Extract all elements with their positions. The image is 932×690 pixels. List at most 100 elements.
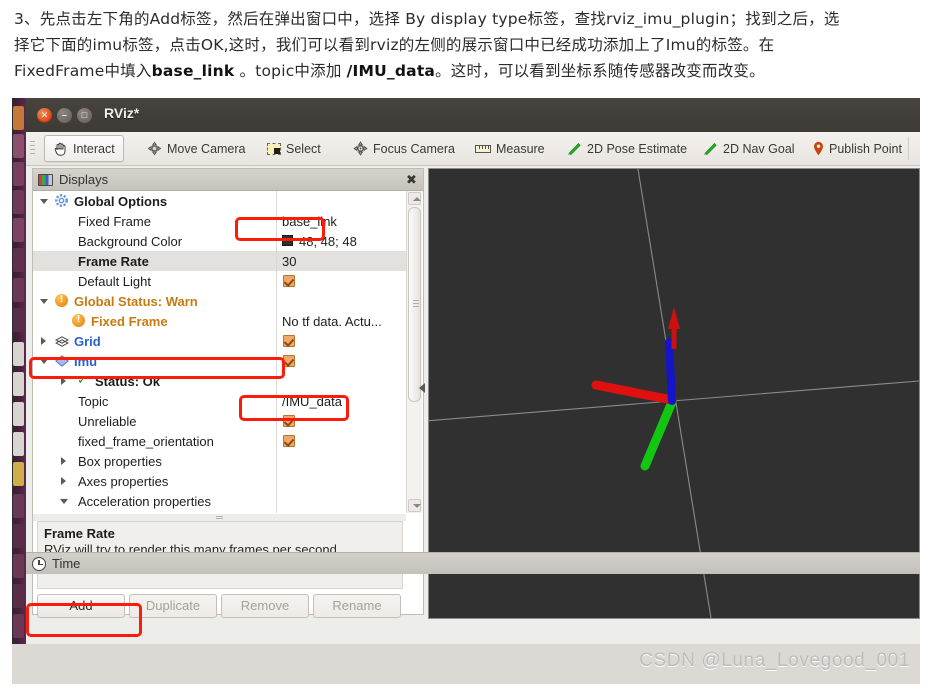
background-color-value[interactable]: 48; 48; 48	[299, 234, 357, 249]
chevron-right-icon[interactable]	[41, 337, 46, 345]
move-camera-icon	[147, 141, 162, 156]
fixed-frame-orientation-checkbox[interactable]	[283, 435, 295, 447]
grid-icon	[54, 335, 70, 347]
map-pin-icon	[813, 141, 824, 156]
scroll-up-button[interactable]	[408, 192, 421, 205]
rename-button[interactable]: Rename	[313, 594, 401, 618]
chevron-down-icon[interactable]	[40, 199, 48, 204]
warning-icon	[72, 313, 85, 327]
fixed-frame-value[interactable]: base_link	[282, 214, 337, 229]
launcher-icon-16[interactable]	[13, 554, 24, 578]
tree-row-global-options[interactable]: Global Options	[33, 191, 408, 211]
scrollbar-thumb[interactable]	[408, 207, 421, 402]
launcher-icon-4[interactable]	[13, 190, 24, 214]
launcher-icon-15[interactable]	[13, 524, 24, 548]
article-line-3: FixedFrame中填入base_link 。topic中添加 /IMU_da…	[14, 58, 918, 84]
toolbar-drag-handle[interactable]	[30, 141, 35, 156]
tool-measure-label: Measure	[496, 141, 545, 156]
select-icon	[267, 142, 281, 155]
time-panel-label: Time	[52, 556, 81, 571]
tool-move-camera-label: Move Camera	[167, 141, 246, 156]
tree-row-background-color[interactable]: Background Color 48; 48; 48	[33, 231, 408, 251]
tool-measure[interactable]: Measure	[466, 135, 554, 162]
launcher-icon-6[interactable]	[13, 248, 24, 272]
chevron-down-icon[interactable]	[40, 299, 48, 304]
tool-focus-camera[interactable]: Focus Camera	[344, 135, 464, 162]
launcher-icon-8[interactable]	[13, 308, 24, 332]
tree-label: Unreliable	[78, 413, 137, 429]
launcher-icon-7[interactable]	[13, 278, 24, 302]
default-light-checkbox[interactable]	[283, 275, 295, 287]
window-titlebar: ✕ – □ RViz*	[26, 98, 920, 133]
frame-rate-value[interactable]: 30	[282, 254, 296, 269]
launcher-icon-1[interactable]	[13, 106, 24, 130]
tool-select[interactable]: Select	[258, 135, 330, 162]
add-button[interactable]: Add	[37, 594, 125, 618]
tree-row-unreliable[interactable]: Unreliable	[33, 411, 408, 431]
tree-row-frame-rate[interactable]: Frame Rate 30	[33, 251, 408, 271]
tree-row-global-status[interactable]: Global Status: Warn	[33, 291, 408, 311]
tree-column-splitter[interactable]	[276, 191, 277, 513]
imu-icon	[55, 355, 69, 367]
tree-row-acceleration-properties[interactable]: Acceleration properties	[33, 491, 408, 511]
launcher-icon-17[interactable]	[13, 584, 24, 608]
panel-splitter[interactable]	[33, 514, 406, 521]
launcher-icon-18[interactable]	[13, 614, 24, 638]
remove-button[interactable]: Remove	[221, 594, 309, 618]
tool-interact[interactable]: Interact	[44, 135, 124, 162]
displays-scrollbar[interactable]	[406, 191, 422, 513]
unreliable-checkbox[interactable]	[283, 415, 295, 427]
chevron-down-icon[interactable]	[60, 499, 68, 504]
displays-tree[interactable]: Global Options Fixed Frame base_link Bac…	[33, 191, 408, 513]
scroll-down-button[interactable]	[408, 499, 421, 512]
panel-collapse-arrow[interactable]	[419, 383, 425, 393]
topic-value[interactable]: /IMU_data	[282, 394, 342, 409]
tree-row-fixed-frame[interactable]: Fixed Frame base_link	[33, 211, 408, 231]
launcher-icon-5[interactable]	[13, 218, 24, 242]
chevron-right-icon[interactable]	[61, 477, 66, 485]
tree-label: Imu	[74, 353, 98, 369]
launcher-icon-12[interactable]	[13, 432, 24, 456]
displays-panel: Displays ✖ Global Options Fixed Frame ba…	[32, 168, 424, 618]
tree-row-axes-properties[interactable]: Axes properties	[33, 471, 408, 491]
tool-2d-pose-estimate[interactable]: 2D Pose Estimate	[558, 135, 696, 162]
tree-row-status-fixed-frame[interactable]: Fixed Frame No tf data. Actu...	[33, 311, 408, 331]
color-swatch[interactable]	[282, 235, 293, 246]
launcher-icon-9[interactable]	[13, 342, 24, 366]
launcher-icon-10[interactable]	[13, 372, 24, 396]
grid-checkbox[interactable]	[283, 335, 295, 347]
launcher-icon-14[interactable]	[13, 494, 24, 518]
chevron-right-icon[interactable]	[61, 457, 66, 465]
tree-row-grid[interactable]: Grid	[33, 331, 408, 351]
tree-row-box-properties[interactable]: Box properties	[33, 451, 408, 471]
tool-select-label: Select	[286, 141, 321, 156]
launcher-icon-3[interactable]	[13, 162, 24, 186]
status-fixed-frame-value: No tf data. Actu...	[282, 313, 382, 329]
tree-row-status-ok[interactable]: ✓ Status: Ok	[33, 371, 408, 391]
tree-row-default-light[interactable]: Default Light	[33, 271, 408, 291]
window-minimize-button[interactable]: –	[57, 108, 72, 123]
tree-label: Frame Rate	[78, 253, 149, 269]
tool-move-camera[interactable]: Move Camera	[138, 135, 255, 162]
imu-checkbox[interactable]	[283, 355, 295, 367]
tree-label: Acceleration properties	[78, 493, 211, 509]
article-line-1: 3、先点击左下角的Add标签，然后在弹出窗口中，选择 By display ty…	[14, 6, 918, 32]
displays-close-icon[interactable]: ✖	[404, 172, 419, 187]
chevron-right-icon[interactable]	[61, 377, 66, 385]
tool-2d-nav-goal[interactable]: 2D Nav Goal	[694, 135, 804, 162]
pencil-icon	[567, 142, 582, 156]
window-maximize-button[interactable]: □	[77, 108, 92, 123]
chevron-down-icon[interactable]	[40, 359, 48, 364]
tool-publish-point[interactable]: Publish Point	[804, 135, 911, 162]
window-close-button[interactable]: ✕	[37, 108, 52, 123]
tool-focus-camera-label: Focus Camera	[373, 141, 455, 156]
duplicate-button[interactable]: Duplicate	[129, 594, 217, 618]
tree-row-imu[interactable]: Imu	[33, 351, 408, 371]
tree-label: Axes properties	[78, 473, 169, 489]
launcher-icon-11[interactable]	[13, 402, 24, 426]
tool-publish-point-label: Publish Point	[829, 141, 902, 156]
launcher-icon-13[interactable]	[13, 462, 24, 486]
tree-row-fixed-frame-orientation[interactable]: fixed_frame_orientation	[33, 431, 408, 451]
tree-row-topic[interactable]: Topic /IMU_data	[33, 391, 408, 411]
launcher-icon-2[interactable]	[13, 134, 24, 158]
